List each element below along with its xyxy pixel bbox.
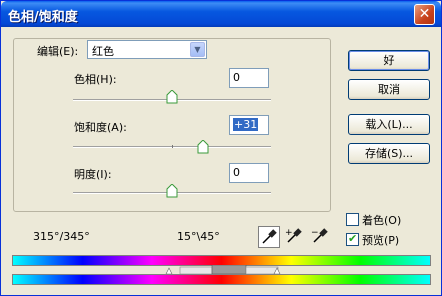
edit-label: 编辑(E): xyxy=(37,45,79,58)
edit-select-value: 红色 xyxy=(92,45,114,58)
chevron-down-icon[interactable]: ▼ xyxy=(190,42,205,57)
lightness-slider-thumb[interactable] xyxy=(166,183,178,198)
saturation-value: +31 xyxy=(233,118,259,131)
colorize-label: 着色(O) xyxy=(362,214,402,227)
lightness-value: 0 xyxy=(233,166,240,179)
eyedropper-minus-icon: − xyxy=(311,228,328,243)
title-bar[interactable]: 色相/饱和度 ✕ xyxy=(1,1,441,27)
saturation-input[interactable]: +31 xyxy=(229,115,269,135)
lightness-label: 明度(I): xyxy=(74,168,112,181)
close-button[interactable]: ✕ xyxy=(414,4,435,25)
color-range-selector[interactable] xyxy=(12,265,431,274)
range-falloff-right[interactable] xyxy=(245,266,279,274)
checkmark-icon: ✔ xyxy=(348,232,358,245)
window-title: 色相/饱和度 xyxy=(8,10,78,25)
edit-select[interactable]: 红色 ▼ xyxy=(87,40,207,59)
preview-label: 预览(P) xyxy=(362,234,400,247)
hue-saturation-dialog: 色相/饱和度 ✕ 编辑(E): 红色 ▼ 色相(H): 0 饱和度(A): +3… xyxy=(0,0,442,296)
preview-checkbox[interactable]: ✔ xyxy=(346,232,359,246)
hue-label: 色相(H): xyxy=(74,73,117,86)
subtract-from-sample-button[interactable]: − xyxy=(310,226,332,248)
range-left-readout: 315°/345° xyxy=(33,230,90,243)
eyedropper-icon xyxy=(262,229,277,244)
range-falloff-left[interactable] xyxy=(179,266,213,274)
svg-text:−: − xyxy=(311,228,319,238)
hue-value: 0 xyxy=(233,71,240,84)
ok-button[interactable]: 好 xyxy=(348,50,430,71)
saturation-slider-thumb[interactable] xyxy=(197,139,209,154)
range-center[interactable] xyxy=(211,265,247,274)
svg-text:+: + xyxy=(285,228,293,238)
eyedropper-button[interactable] xyxy=(258,226,280,248)
cancel-button[interactable]: 取消 xyxy=(348,79,430,100)
range-right-readout: 15°\45° xyxy=(177,230,220,243)
add-to-sample-button[interactable]: + xyxy=(284,226,306,248)
saturation-center-tick xyxy=(172,145,173,148)
hue-slider-thumb[interactable] xyxy=(166,89,178,104)
saturation-label: 饱和度(A): xyxy=(74,121,127,134)
colorize-checkbox[interactable] xyxy=(346,213,359,226)
hue-input[interactable]: 0 xyxy=(229,68,269,88)
lightness-input[interactable]: 0 xyxy=(229,163,269,183)
output-color-bar xyxy=(12,274,431,285)
eyedropper-plus-icon: + xyxy=(285,228,302,243)
save-button[interactable]: 存储(S)... xyxy=(348,143,430,164)
load-button[interactable]: 载入(L)... xyxy=(348,114,430,135)
